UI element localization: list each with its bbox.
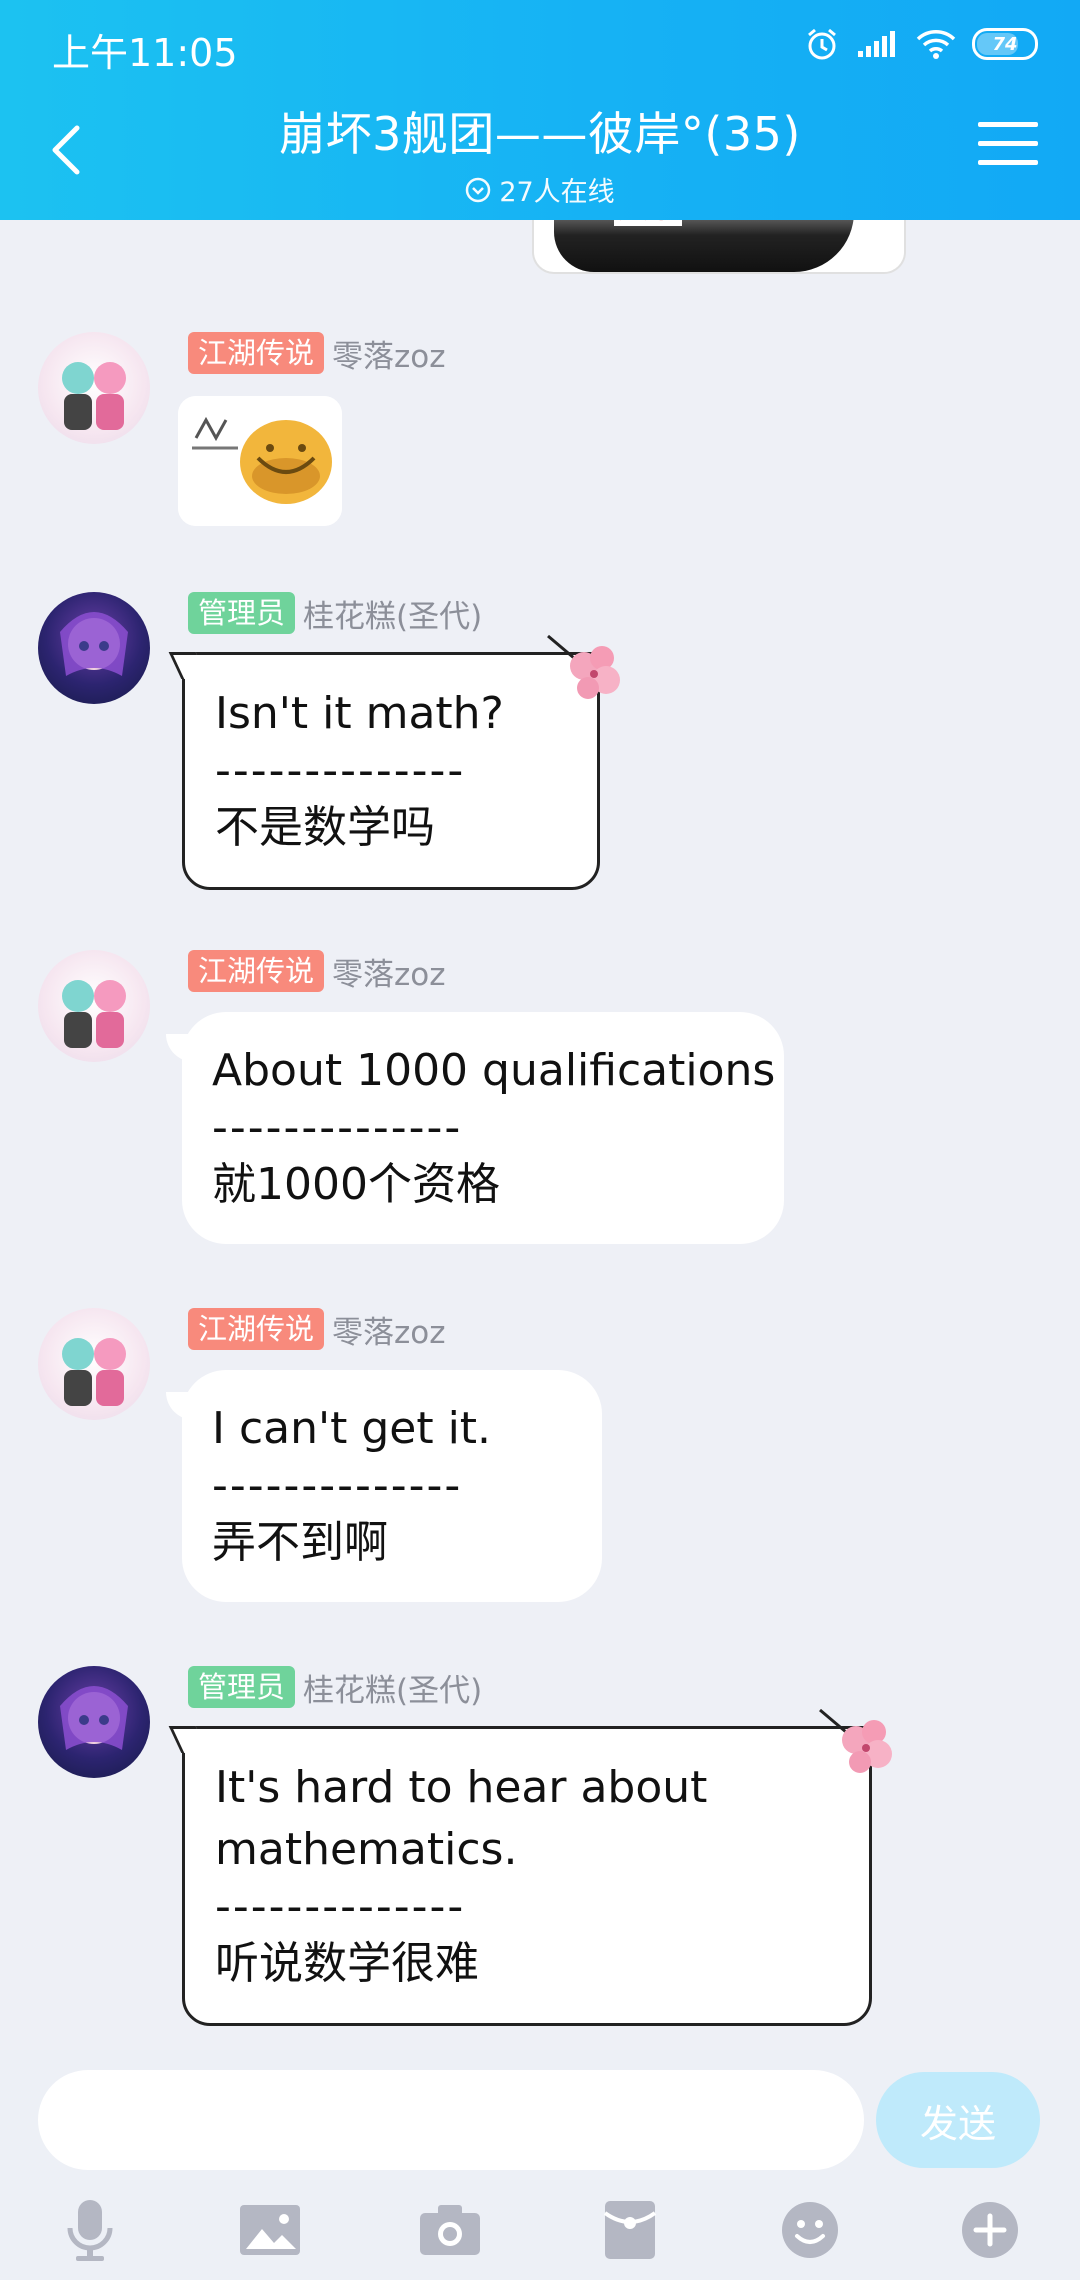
message-bubble[interactable]: About 1000 qualifications --------------…: [166, 1012, 784, 1244]
admin-badge: 管理员: [188, 1666, 296, 1708]
back-button[interactable]: [36, 115, 96, 185]
image-icon: [240, 2205, 300, 2255]
status-icons: 74: [804, 22, 1038, 66]
message-divider: --------------: [212, 1102, 463, 1153]
message-list[interactable]: 英语 江湖传说 零落zoz: [0, 220, 1080, 2050]
sender-name[interactable]: 桂花糕(圣代): [303, 591, 482, 636]
signal-icon: [858, 31, 895, 57]
chat-header: 上午11:05 74 崩坏3舰团——彼岸°(35) 27人在线: [0, 0, 1080, 220]
sender-info: 江湖传说 零落zoz: [188, 1307, 446, 1352]
sender-info: 江湖传说 零落zoz: [188, 949, 446, 994]
menu-icon: [978, 122, 1038, 127]
message-text-en: About 1000 qualifications: [212, 1045, 776, 1096]
voice-button[interactable]: [50, 2190, 130, 2270]
chat-title-area[interactable]: 崩坏3舰团——彼岸°(35) 27人在线: [150, 98, 930, 209]
plus-icon: [962, 2202, 1018, 2258]
message-text-zh: 不是数学吗: [215, 802, 435, 853]
avatar[interactable]: [38, 950, 150, 1062]
image-caption-text: 英语: [614, 220, 682, 226]
sender-name[interactable]: 零落zoz: [332, 331, 446, 376]
online-count: 27人在线: [150, 170, 930, 209]
avatar[interactable]: [38, 332, 150, 444]
group-title: 崩坏3舰团——彼岸°(35): [279, 107, 801, 161]
message-text-en: I can't get it.: [212, 1403, 492, 1454]
camera-button[interactable]: [410, 2190, 490, 2270]
camera-icon: [420, 2205, 480, 2255]
member-title-badge: 江湖传说: [188, 332, 325, 374]
admin-badge: 管理员: [188, 592, 296, 634]
sender-name[interactable]: 零落zoz: [332, 1307, 446, 1352]
microphone-icon: [67, 2200, 113, 2261]
battery-icon: 74: [972, 28, 1038, 60]
battery-level: 74: [992, 33, 1018, 55]
input-area: 发送: [0, 2050, 1080, 2280]
member-title-badge: 江湖传说: [188, 950, 325, 992]
check-circle-icon: [466, 177, 491, 202]
message-text-zh: 听说数学很难: [215, 1938, 479, 1989]
message-bubble[interactable]: It's hard to hear about mathematics. ---…: [182, 1726, 872, 2026]
sender-name[interactable]: 桂花糕(圣代): [303, 1665, 482, 1710]
emoji-button[interactable]: [770, 2190, 850, 2270]
sakura-decoration-icon: [819, 1708, 892, 1773]
photo-button[interactable]: [230, 2190, 310, 2270]
avatar[interactable]: [38, 592, 150, 704]
message-text-zh: 就1000个资格: [212, 1159, 500, 1210]
input-toolbar: [0, 2190, 1080, 2270]
message-divider: --------------: [212, 1460, 463, 1511]
message-input[interactable]: [38, 2070, 864, 2170]
message-bubble[interactable]: Isn't it math? -------------- 不是数学吗: [182, 652, 600, 890]
avatar[interactable]: [38, 1308, 150, 1420]
message-text-en: Isn't it math?: [215, 688, 504, 739]
message-text-en: It's hard to hear about mathematics.: [215, 1762, 708, 1875]
more-button[interactable]: [950, 2190, 1030, 2270]
chevron-left-icon: [52, 125, 80, 175]
wifi-icon: [916, 30, 956, 59]
sakura-decoration-icon: [547, 634, 620, 699]
sender-name[interactable]: 零落zoz: [332, 949, 446, 994]
sender-info: 江湖传说 零落zoz: [188, 331, 446, 376]
member-title-badge: 江湖传说: [188, 1308, 325, 1350]
red-packet-button[interactable]: [590, 2190, 670, 2270]
status-time: 上午11:05: [52, 31, 238, 75]
send-button[interactable]: 发送: [876, 2072, 1040, 2168]
emoji-icon: [782, 2202, 838, 2258]
sender-info: 管理员 桂花糕(圣代): [188, 1665, 482, 1710]
message-divider: --------------: [215, 745, 466, 796]
sender-info: 管理员 桂花糕(圣代): [188, 591, 482, 636]
previous-image-message[interactable]: 英语: [532, 220, 906, 274]
message-divider: --------------: [215, 1881, 466, 1932]
message-bubble[interactable]: I can't get it. -------------- 弄不到啊: [166, 1370, 602, 1602]
red-packet-icon: [603, 2201, 657, 2259]
menu-button[interactable]: [978, 122, 1038, 174]
message-text-zh: 弄不到啊: [212, 1517, 388, 1568]
sticker-image[interactable]: [178, 396, 342, 526]
online-count-label: 27人在线: [499, 177, 615, 208]
avatar[interactable]: [38, 1666, 150, 1778]
alarm-icon: [808, 28, 836, 60]
